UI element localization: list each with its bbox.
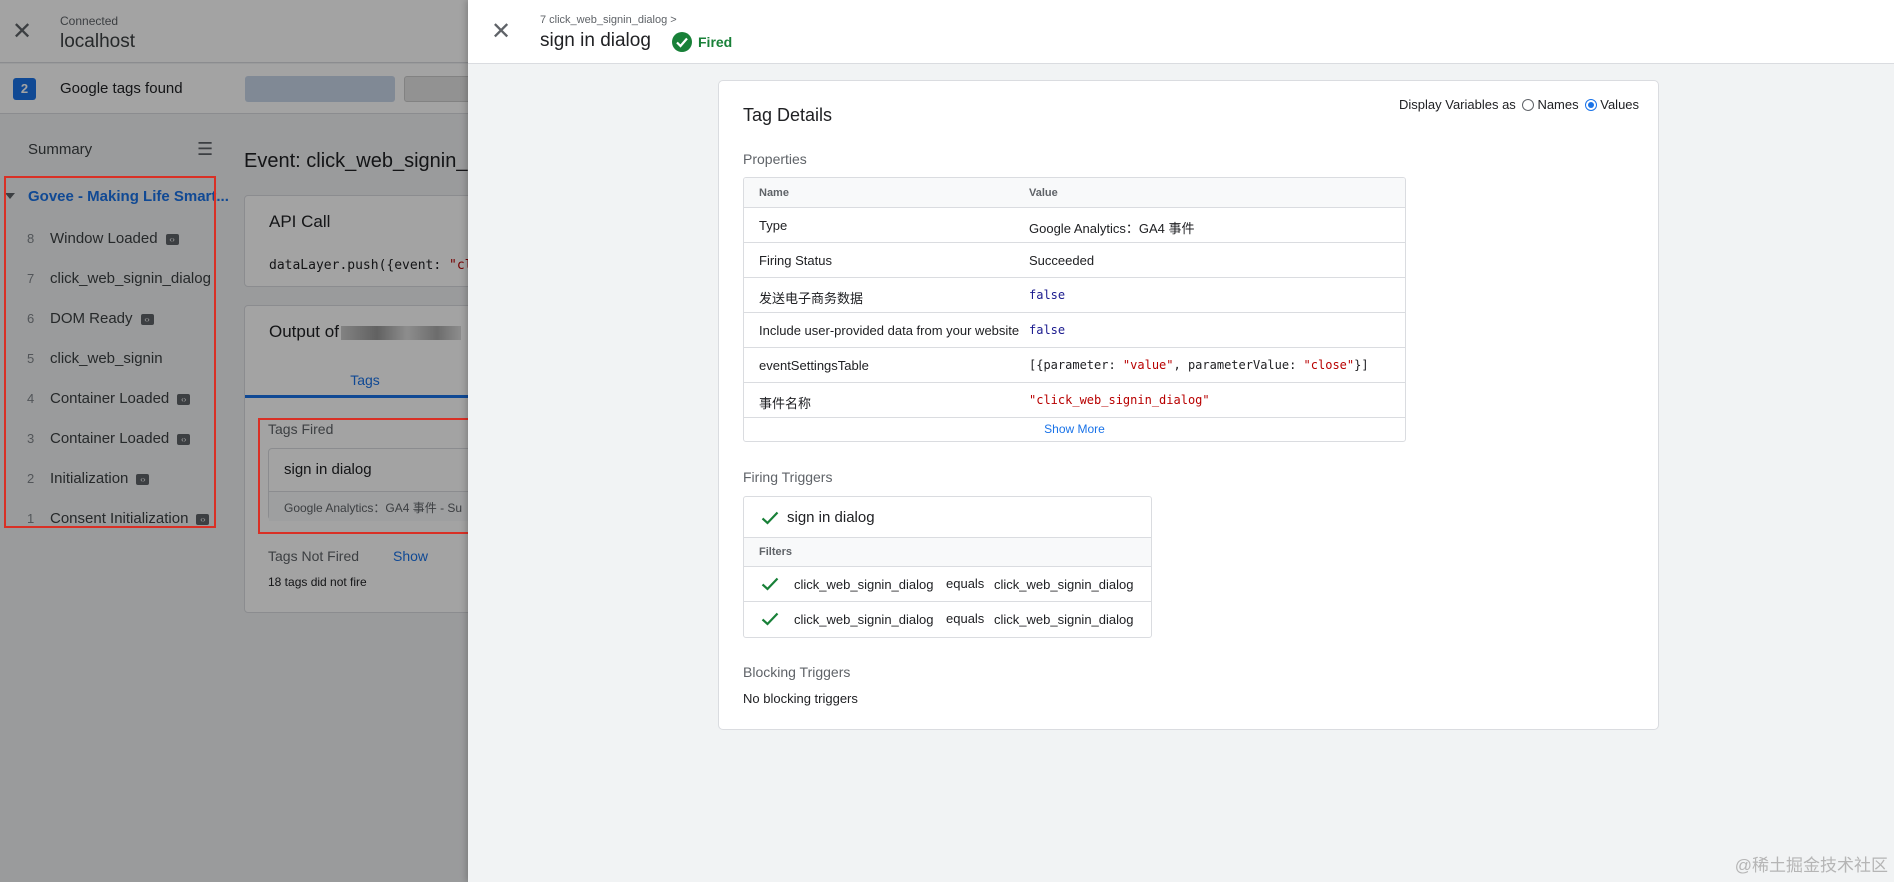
property-value: false — [1029, 288, 1066, 302]
property-row: 事件名称 "click_web_signin_dialog" — [744, 383, 1405, 418]
highlight-box-tags-fired-front — [258, 418, 474, 534]
display-variables-toggle: Display Variables as Names Values — [1399, 97, 1639, 112]
tag-details-card: Tag Details Display Variables as Names V… — [718, 80, 1659, 730]
panel-title: sign in dialog — [540, 30, 651, 51]
highlight-box-events-front — [4, 176, 216, 528]
property-name: 事件名称 — [759, 396, 812, 411]
property-name: Type — [759, 218, 788, 233]
property-row: Type Google Analytics：GA4 事件 — [744, 208, 1405, 243]
properties-label: Properties — [743, 151, 807, 167]
column-header-value: Value — [1029, 187, 1058, 199]
names-radio[interactable] — [1522, 99, 1535, 111]
property-row: Include user-provided data from your web… — [744, 313, 1405, 348]
no-blocking-text: No blocking triggers — [743, 691, 858, 706]
checkmark-icon — [761, 577, 779, 594]
filter-variable: click_web_signin_dialog — [794, 577, 934, 592]
watermark: @稀土掘金技术社区 — [1734, 856, 1888, 875]
properties-header: Name Value — [744, 178, 1405, 208]
property-row: 发送电子商务数据 false — [744, 278, 1405, 313]
firing-trigger-card: sign in dialog Filters click_web_signin_… — [743, 496, 1152, 638]
blocking-triggers-label: Blocking Triggers — [743, 664, 851, 680]
names-option-label[interactable]: Names — [1537, 97, 1578, 112]
property-value: [{parameter: "value", parameterValue: "c… — [1029, 358, 1369, 372]
property-row: Firing Status Succeeded — [744, 243, 1405, 278]
filter-row: click_web_signin_dialog equals click_web_s… — [744, 602, 1151, 637]
property-value: false — [1029, 323, 1066, 337]
filter-row: click_web_signin_dialog equals click_web_s… — [744, 567, 1151, 602]
check-circle-icon — [672, 32, 692, 52]
status-text: Fired — [698, 34, 733, 50]
property-name: eventSettingsTable — [759, 358, 869, 373]
property-name: Include user-provided data from your web… — [759, 323, 1020, 338]
property-value: Succeeded — [1029, 253, 1095, 268]
property-value: Google Analytics：GA4 事件 — [1029, 221, 1195, 236]
filter-operator: equals — [946, 611, 985, 626]
tag-details-title: Tag Details — [743, 105, 833, 125]
show-more-link[interactable]: Show More — [744, 418, 1405, 441]
filter-value: click_web_signin_dialog — [994, 612, 1134, 627]
firing-triggers-label: Firing Triggers — [743, 469, 833, 485]
display-vars-label: Display Variables as — [1399, 97, 1516, 112]
checkmark-icon — [761, 612, 779, 629]
property-row: eventSettingsTable [{parameter: "value", … — [744, 348, 1405, 383]
filters-header: Filters — [744, 538, 1151, 567]
tag-detail-panel: ✕ 7 click_web_signin_dialog > sign in di… — [468, 0, 1894, 882]
property-name: Firing Status — [759, 253, 832, 268]
filter-value: click_web_signin_dialog — [994, 577, 1134, 592]
checkmark-icon — [761, 511, 779, 530]
breadcrumb[interactable]: 7 click_web_signin_dialog > — [540, 14, 677, 26]
properties-table: Name Value Type Google Analytics：GA4 事件 Fi… — [743, 177, 1406, 442]
filter-operator: equals — [946, 576, 985, 591]
close-panel-icon[interactable]: ✕ — [491, 20, 511, 44]
values-radio[interactable] — [1585, 99, 1598, 111]
values-option-label[interactable]: Values — [1600, 97, 1639, 112]
property-value: "click_web_signin_dialog" — [1029, 393, 1210, 407]
panel-header: ✕ 7 click_web_signin_dialog > sign in di… — [468, 0, 1894, 64]
filter-variable: click_web_signin_dialog — [794, 612, 934, 627]
column-header-name: Name — [759, 187, 789, 199]
property-name: 发送电子商务数据 — [759, 291, 864, 306]
trigger-header[interactable]: sign in dialog — [744, 497, 1151, 538]
trigger-name: sign in dialog — [787, 509, 875, 526]
